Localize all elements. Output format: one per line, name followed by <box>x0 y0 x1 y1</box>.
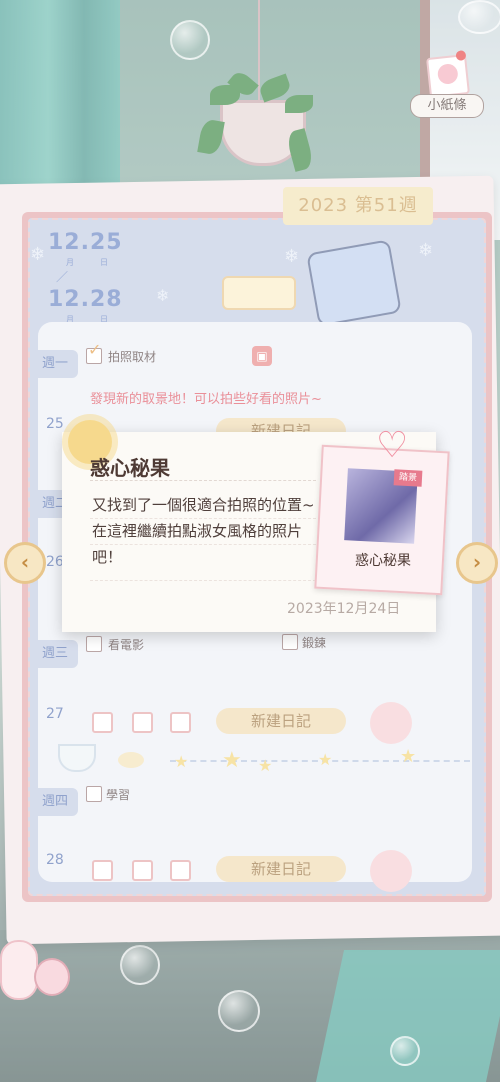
popup-divider <box>90 480 316 481</box>
card-label: 惑心秘果 <box>355 553 411 569</box>
popup-divider <box>90 518 316 519</box>
next-week-button[interactable]: › <box>456 542 498 584</box>
popup-title: 惑心秘果 <box>90 456 170 480</box>
popup-divider <box>90 544 316 545</box>
popup-divider <box>90 580 316 581</box>
prev-week-button[interactable]: ‹ <box>4 542 46 584</box>
card-badge: 踏景 <box>393 469 423 487</box>
popup-date: 2023年12月24日 <box>287 601 401 617</box>
heart-icon: ♡ <box>376 425 409 466</box>
popup-body: 又找到了一個很適合拍照的位置~在這裡繼續拍點淑女風格的照片吧！ <box>92 496 315 566</box>
